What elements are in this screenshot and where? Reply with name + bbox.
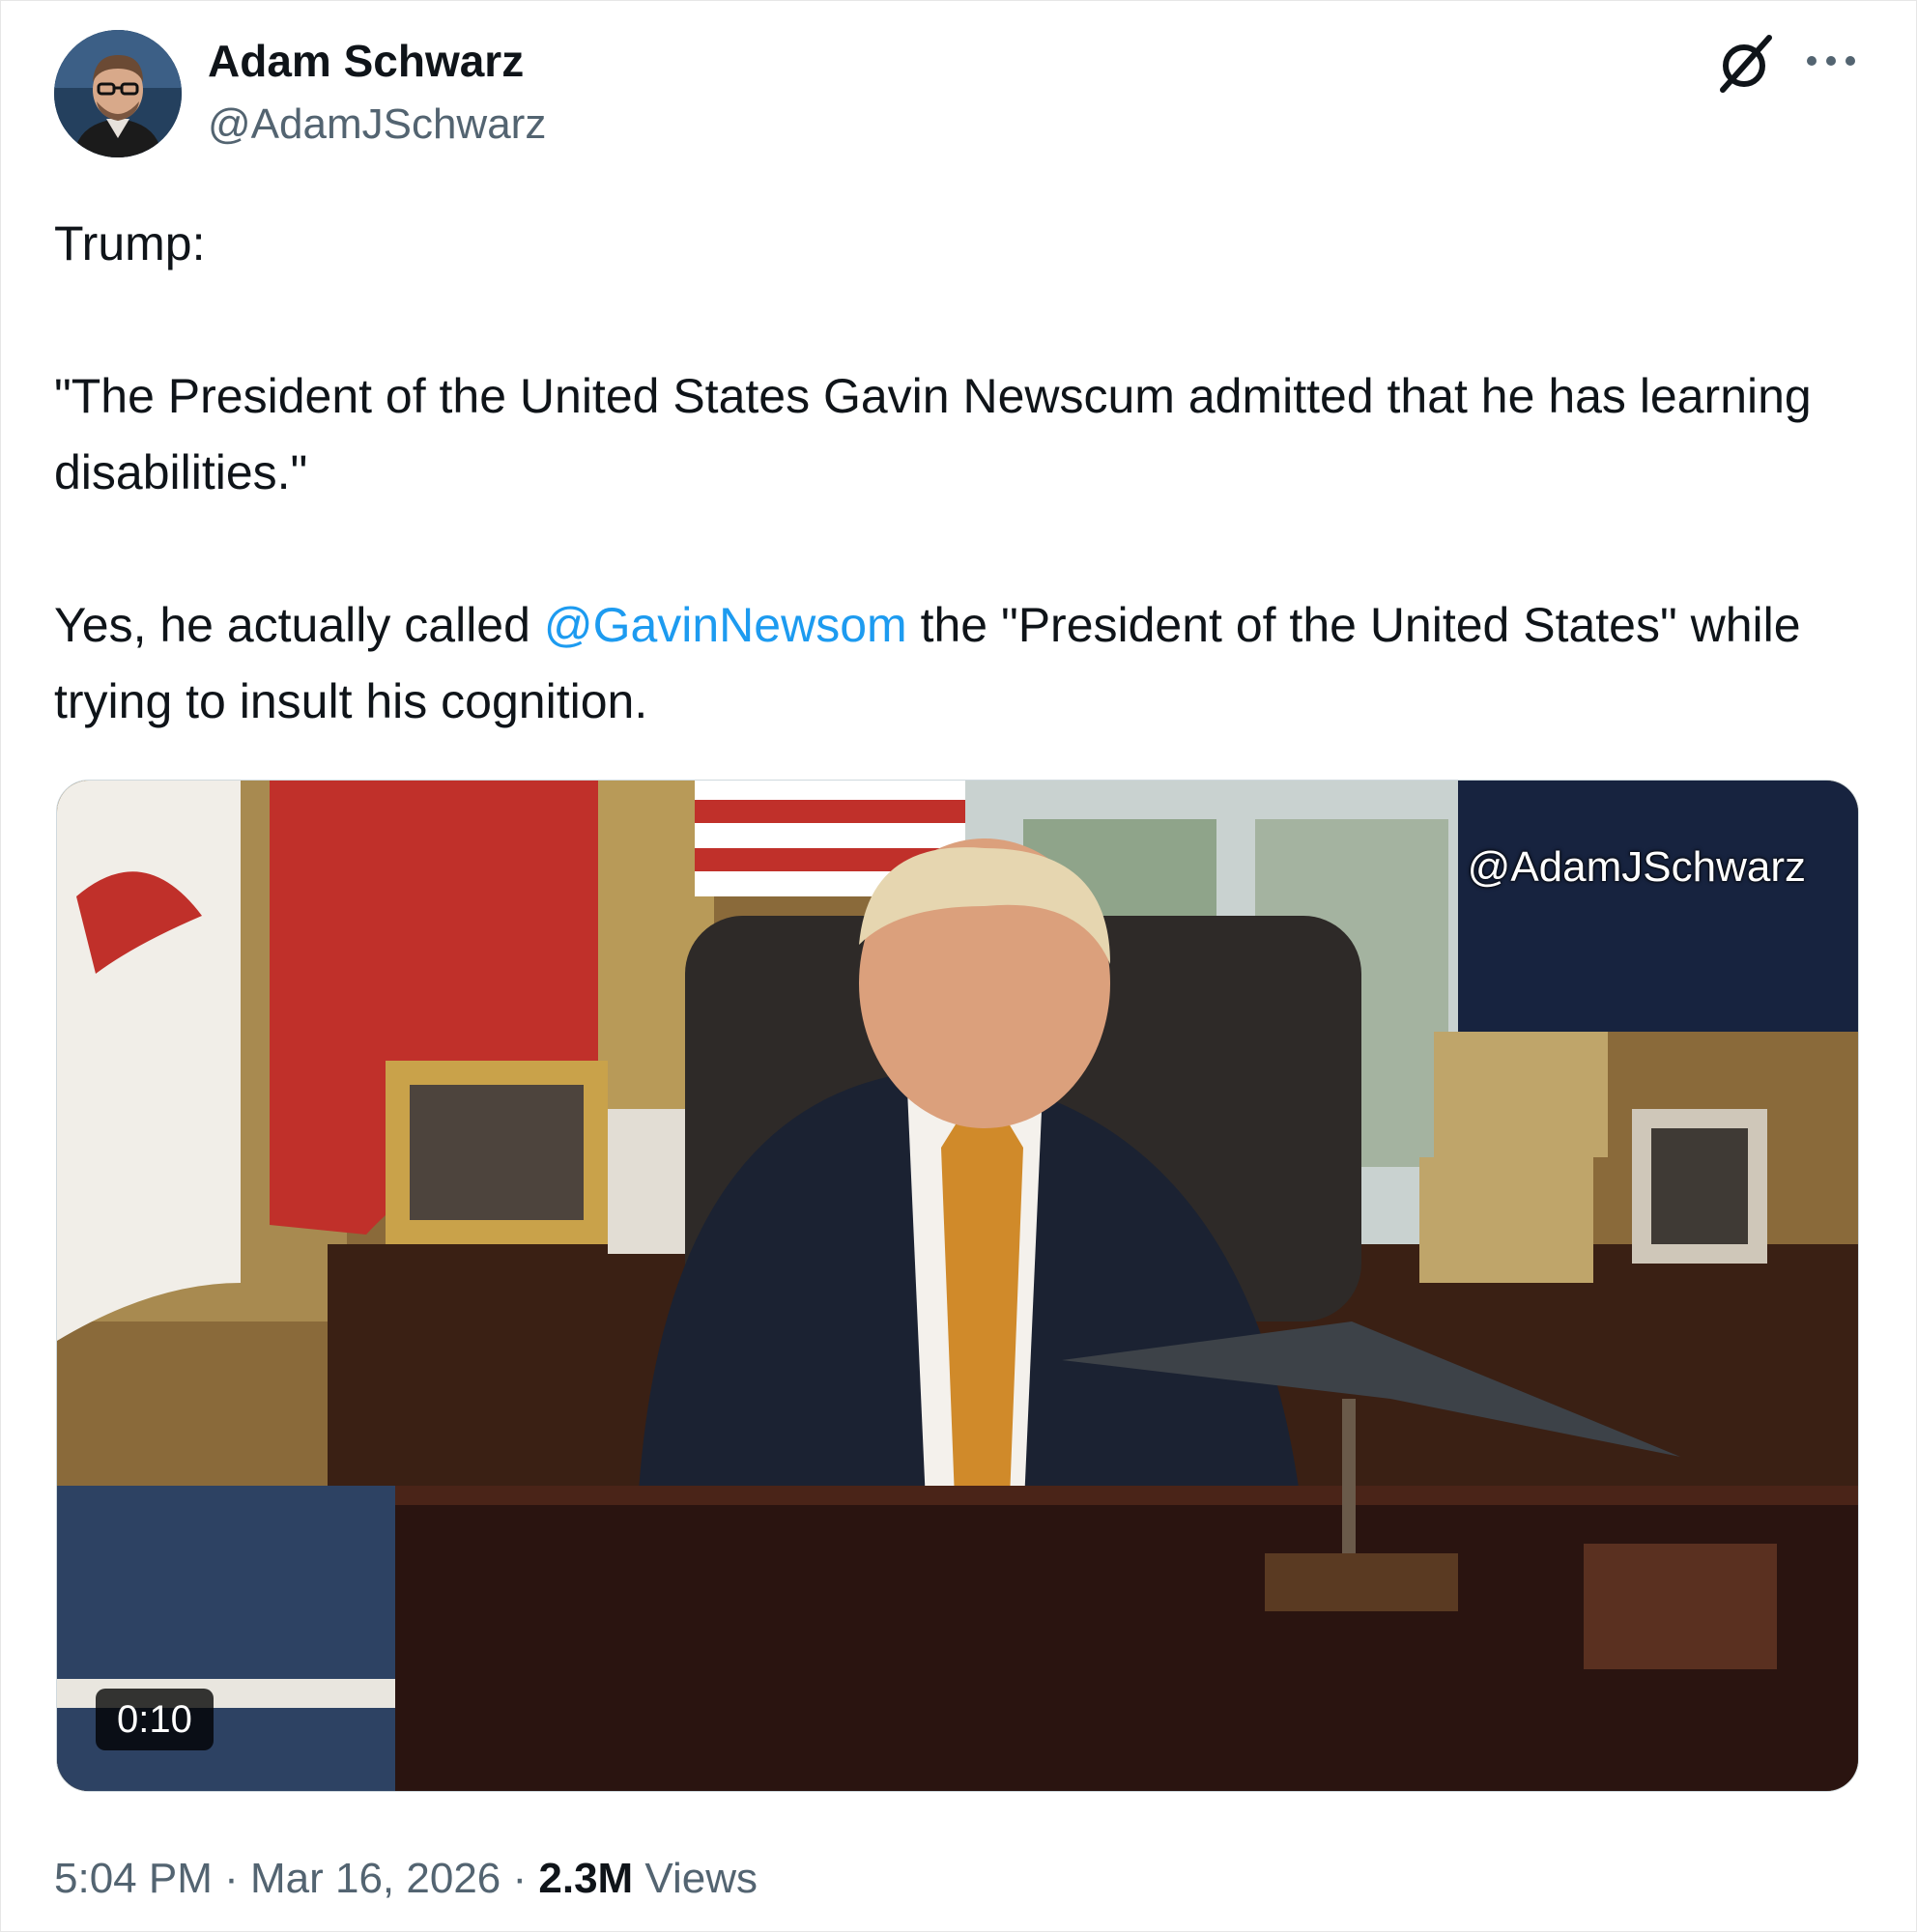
video-duration-badge: 0:10	[96, 1689, 214, 1750]
views-label: Views	[633, 1855, 758, 1902]
tweet-text: Trump: "The President of the United Stat…	[54, 206, 1851, 740]
video-watermark: @AdamJSchwarz	[1467, 843, 1806, 891]
views-count: 2.3M	[538, 1855, 634, 1902]
more-icon[interactable]	[1804, 49, 1858, 72]
meta-separator: ·	[212, 1855, 250, 1902]
avatar[interactable]	[54, 30, 182, 157]
video-player[interactable]: @AdamJSchwarz 0:10	[56, 780, 1859, 1792]
avatar-image	[54, 30, 182, 157]
mention-link[interactable]: @GavinNewsom	[544, 598, 907, 652]
tweet-meta: 5:04 PM · Mar 16, 2026 · 2.3M Views	[54, 1852, 758, 1906]
tweet-time[interactable]: 5:04 PM	[54, 1855, 213, 1902]
author-name[interactable]: Adam Schwarz	[208, 34, 524, 88]
video-thumbnail	[57, 781, 1858, 1791]
meta-separator-2: ·	[501, 1855, 539, 1902]
tweet-date[interactable]: Mar 16, 2026	[250, 1855, 501, 1902]
tweet-paragraph: Yes, he actually called @GavinNewsom the…	[54, 587, 1851, 740]
grok-icon[interactable]	[1711, 30, 1779, 98]
tweet-text-before-mention: Yes, he actually called	[54, 598, 544, 652]
author-handle[interactable]: @AdamJSchwarz	[208, 98, 546, 152]
tweet-line-1: Trump:	[54, 216, 206, 270]
tweet-card: Adam Schwarz @AdamJSchwarz Trump: "The P…	[0, 0, 1917, 1932]
tweet-quote: "The President of the United States Gavi…	[54, 369, 1812, 499]
